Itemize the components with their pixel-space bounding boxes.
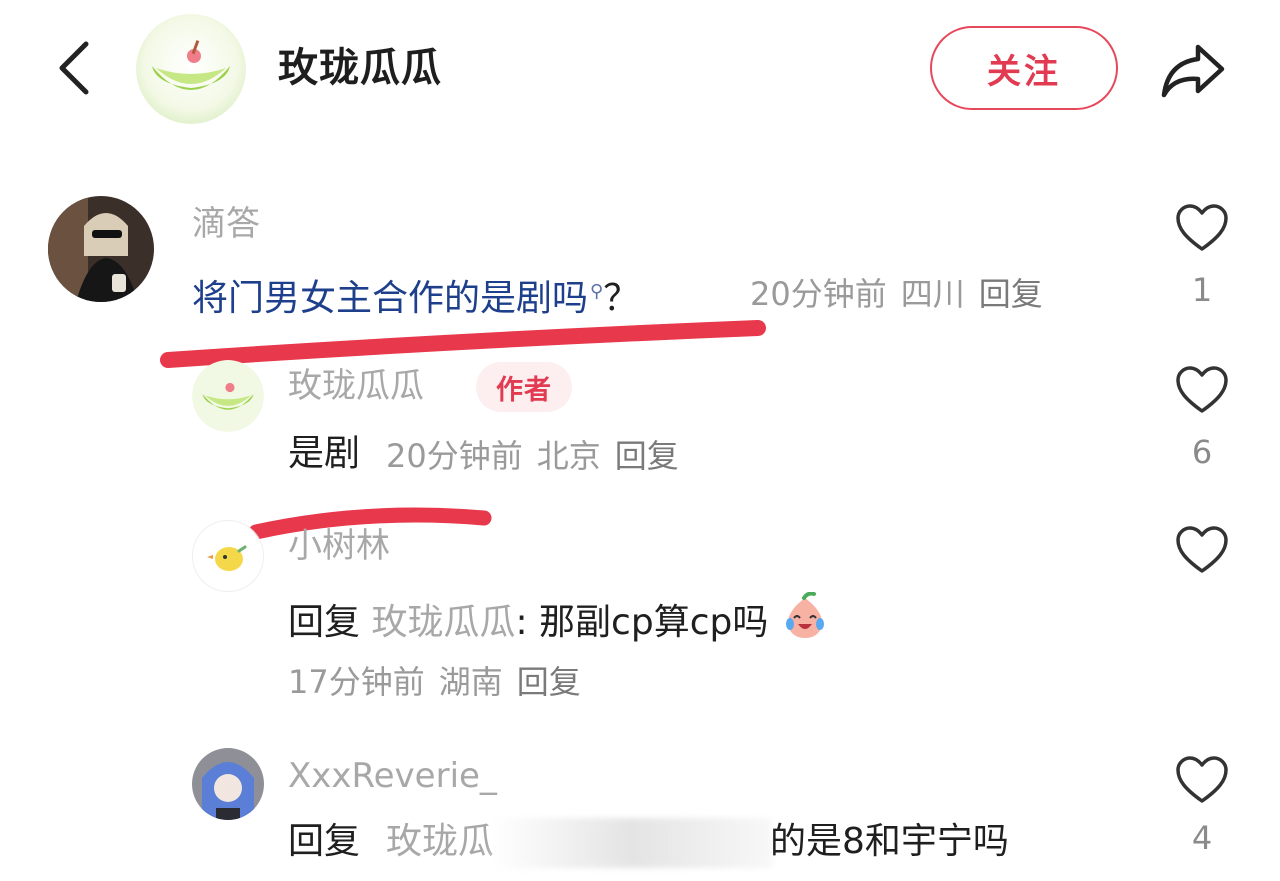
like-count: 1 [1191, 271, 1213, 309]
reply-username[interactable]: XxxReverie_ [288, 754, 497, 798]
reply-button[interactable]: 回复 [615, 437, 679, 475]
comment-text: 将门男女主合作的是剧吗 ⚲？ [192, 268, 639, 323]
commenter-avatar[interactable] [48, 196, 154, 302]
chevron-left-icon [59, 41, 89, 95]
like-count: 6 [1191, 433, 1213, 471]
author-reply-avatar[interactable] [192, 360, 264, 432]
comment-time: 20分钟前 [750, 275, 887, 313]
like-button[interactable] [1172, 522, 1232, 578]
author-avatar[interactable] [136, 14, 246, 124]
back-button[interactable] [48, 36, 100, 100]
page-title: 玫珑瓜瓜 [278, 45, 442, 91]
reply-username[interactable]: 小树林 [288, 524, 390, 568]
heart-icon [1176, 204, 1228, 251]
user-photo-avatar [48, 196, 154, 302]
like-button[interactable] [1172, 200, 1232, 256]
author-badge: 作者 [476, 362, 572, 412]
search-icon[interactable]: ⚲ [590, 281, 603, 302]
reply-button[interactable]: 回复 [979, 275, 1043, 313]
top-bar: 玫珑瓜瓜 关注 [0, 0, 1280, 140]
reply-prefix: 回复 [288, 602, 361, 643]
reply-button[interactable]: 回复 [517, 663, 581, 701]
melon-avatar-icon [136, 14, 246, 124]
reply-time: 17分钟前 [288, 663, 425, 701]
reply-text-tail: 的是8和宇宁吗 [770, 821, 1009, 862]
heart-icon [1176, 366, 1228, 413]
share-button[interactable] [1156, 36, 1230, 102]
comment-username[interactable]: 滴答 [192, 202, 260, 246]
like-count: 4 [1191, 819, 1213, 857]
follow-button[interactable]: 关注 [930, 26, 1118, 110]
reply-location: 湖南 [438, 663, 503, 701]
crying-laughing-peach-emoji [785, 591, 824, 638]
reply-meta: 20分钟前 北京 回复 [386, 434, 693, 478]
reply-location: 北京 [536, 437, 601, 475]
chick-avatar-icon [193, 521, 263, 591]
like-button[interactable] [1172, 362, 1232, 418]
share-arrow-icon [1161, 44, 1225, 98]
comment-meta: 20分钟前 四川 回复 [750, 272, 1057, 316]
reply-avatar[interactable] [192, 520, 264, 592]
heart-icon [1176, 526, 1228, 573]
comment-suffix: ？ [603, 278, 640, 319]
reply-prefix: 回复 [288, 821, 361, 862]
reply-body: : 那副cp算cp吗 [515, 602, 769, 643]
reply-to-user[interactable]: 玫珑瓜瓜 [371, 602, 515, 643]
reply-text: 回复 玫珑瓜瓜: 那副cp算cp吗 [288, 591, 830, 647]
red-marker-underline [160, 320, 766, 368]
reply-username[interactable]: 玫珑瓜瓜 [288, 364, 424, 408]
reply-meta: 17分钟前 湖南 回复 [288, 660, 595, 704]
comment-location: 四川 [900, 275, 965, 313]
comment-highlight-link[interactable]: 将门男女主合作的是剧吗 [192, 278, 588, 319]
reply-to-user[interactable]: 玫珑瓜 [386, 818, 494, 866]
reply-time: 20分钟前 [386, 437, 523, 475]
like-button[interactable] [1172, 752, 1232, 808]
reply-text: 是剧 [288, 433, 361, 474]
reply-avatar[interactable] [192, 748, 264, 820]
heart-icon [1176, 756, 1228, 803]
melon-avatar-icon [192, 360, 264, 432]
blurred-region [492, 818, 772, 868]
cosplay-photo-avatar [192, 748, 264, 820]
